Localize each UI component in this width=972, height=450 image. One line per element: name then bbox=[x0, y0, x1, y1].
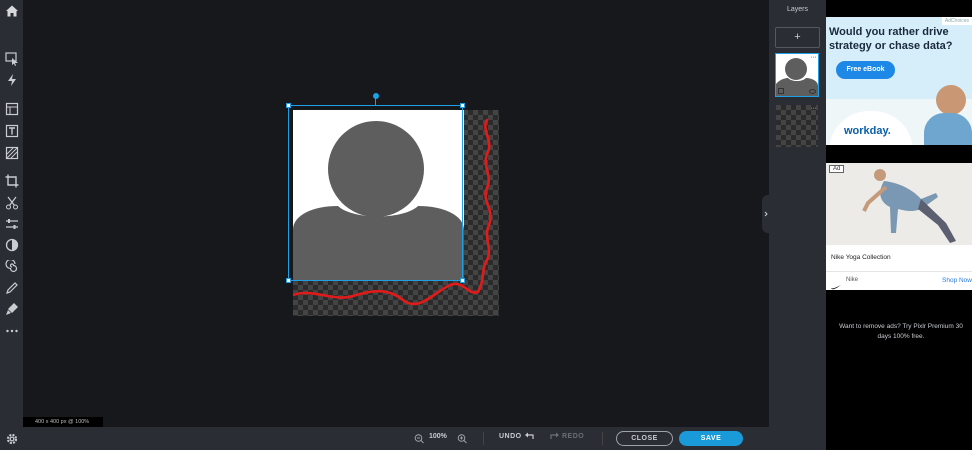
shop-now-link[interactable]: Shop Now bbox=[942, 277, 972, 284]
divider bbox=[602, 432, 603, 445]
advertiser-name: Nike bbox=[846, 277, 859, 283]
selection-box[interactable] bbox=[286, 93, 465, 283]
retouch-icon[interactable] bbox=[0, 299, 23, 319]
layer-more-button[interactable]: ··· bbox=[811, 54, 817, 61]
more-icon[interactable] bbox=[0, 321, 23, 341]
remove-ads-promo[interactable]: Want to remove ads? Try Pixlr Premium 30… bbox=[838, 322, 964, 342]
nike-ad[interactable]: Ad Nike Yoga Collection Nike Shop Now bbox=[826, 163, 972, 290]
adjust-icon[interactable] bbox=[0, 214, 23, 234]
fill-icon[interactable] bbox=[0, 143, 23, 163]
add-layer-button[interactable]: + bbox=[775, 27, 820, 48]
visibility-eye-icon[interactable] bbox=[809, 89, 816, 94]
free-ebook-button[interactable]: Free eBook bbox=[836, 61, 895, 79]
ad-photo bbox=[826, 163, 972, 245]
quick-edit-icon[interactable] bbox=[0, 70, 23, 90]
resize-handle-top-left[interactable] bbox=[286, 103, 291, 108]
zoom-level: 100% bbox=[429, 433, 447, 440]
save-button[interactable]: SAVE bbox=[679, 431, 743, 446]
redo-label: REDO bbox=[562, 432, 585, 440]
ad-title: Nike Yoga Collection bbox=[831, 254, 891, 261]
workspace[interactable]: 400 x 400 px @ 100% bbox=[23, 0, 769, 427]
ad-badge: Ad bbox=[829, 165, 845, 173]
close-button[interactable]: CLOSE bbox=[616, 431, 673, 446]
liquify-icon[interactable] bbox=[0, 257, 23, 277]
filter-icon[interactable] bbox=[0, 235, 23, 255]
bottom-bar: 100% UNDO REDO CLOSE SAVE bbox=[23, 427, 769, 450]
layer-more-button[interactable]: ··· bbox=[811, 105, 817, 112]
settings-icon[interactable] bbox=[0, 429, 23, 449]
rotate-handle[interactable] bbox=[373, 93, 379, 99]
layers-title: Layers bbox=[786, 6, 808, 13]
layer-thumbnail-drawing[interactable]: ··· bbox=[775, 104, 819, 148]
undo-icon bbox=[524, 432, 534, 439]
workday-logo: workday. bbox=[844, 125, 891, 137]
ads-column: AdChoices Would you rather drive strateg… bbox=[826, 0, 972, 450]
image-type-icon bbox=[778, 88, 784, 94]
redo-button[interactable]: REDO bbox=[550, 432, 584, 440]
draw-icon[interactable] bbox=[0, 278, 23, 298]
home-icon[interactable] bbox=[0, 1, 23, 21]
layout-icon[interactable] bbox=[0, 99, 23, 119]
zoom-out-icon[interactable] bbox=[414, 432, 424, 444]
workday-ad[interactable]: AdChoices Would you rather drive strateg… bbox=[826, 17, 972, 145]
nike-swoosh-icon bbox=[831, 277, 841, 290]
left-toolbar bbox=[0, 0, 23, 450]
undo-button[interactable]: UNDO bbox=[499, 432, 534, 440]
layer-thumbnail-avatar[interactable]: ··· bbox=[775, 53, 819, 97]
cutout-icon[interactable] bbox=[0, 193, 23, 213]
divider bbox=[483, 432, 484, 445]
adchoices-label[interactable]: AdChoices bbox=[941, 17, 972, 25]
resize-handle-bottom-right[interactable] bbox=[460, 278, 465, 283]
canvas-size-label: 400 x 400 px @ 100% bbox=[23, 417, 103, 427]
ad-headline: Would you rather drive strategy or chase… bbox=[829, 26, 953, 52]
arrange-icon[interactable] bbox=[0, 49, 23, 69]
divider bbox=[826, 271, 972, 272]
undo-label: UNDO bbox=[499, 432, 522, 440]
ad-person-head bbox=[936, 85, 966, 115]
panel-collapse-tab[interactable] bbox=[762, 195, 769, 233]
ad-person-body bbox=[924, 113, 972, 145]
resize-handle-top-right[interactable] bbox=[460, 103, 465, 108]
layers-panel: Layers + ··· ··· bbox=[762, 0, 826, 450]
redo-icon bbox=[550, 432, 559, 439]
zoom-in-icon[interactable] bbox=[457, 432, 467, 444]
resize-handle-bottom-left[interactable] bbox=[286, 278, 291, 283]
crop-icon[interactable] bbox=[0, 171, 23, 191]
text-icon[interactable] bbox=[0, 121, 23, 141]
yoga-figure bbox=[862, 169, 956, 243]
chevron-right-icon bbox=[764, 211, 768, 217]
